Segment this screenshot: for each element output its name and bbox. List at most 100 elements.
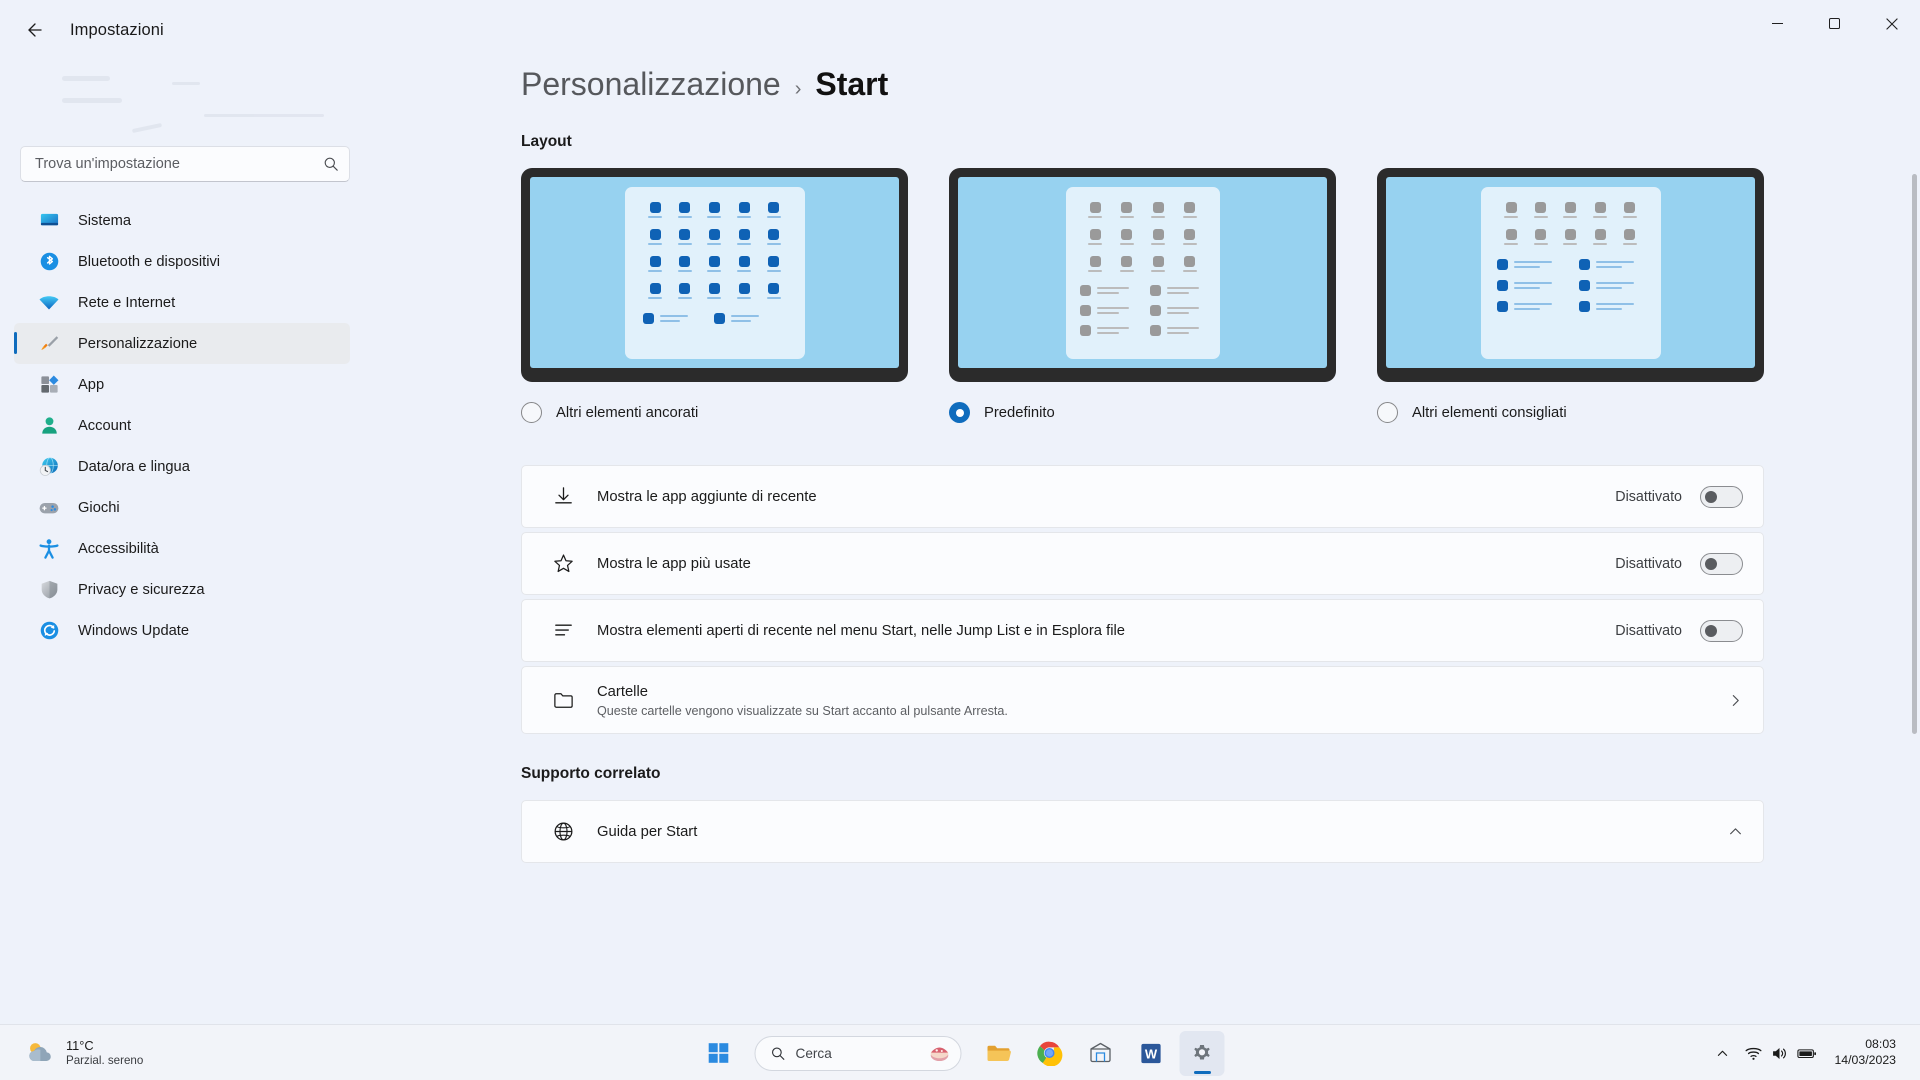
back-button[interactable] xyxy=(12,11,56,49)
radio-button[interactable] xyxy=(521,402,542,423)
radio-button[interactable] xyxy=(1377,402,1398,423)
sidebar-item-label: Personalizzazione xyxy=(78,335,198,352)
sidebar-item-label: Bluetooth e dispositivi xyxy=(78,253,221,270)
sidebar-item-sistema[interactable]: Sistema xyxy=(14,200,350,241)
layout-option-more-recommendations[interactable]: Altri elementi consigliati xyxy=(1377,168,1764,423)
sidebar-item-label: App xyxy=(78,376,105,393)
setting-row-cartelle[interactable]: Cartelle Queste cartelle vengono visuali… xyxy=(521,666,1764,734)
sidebar-item-account[interactable]: Account xyxy=(14,405,350,446)
clock[interactable]: 08:03 14/03/2023 xyxy=(1826,1033,1906,1073)
preview-pinned-grid xyxy=(1066,187,1220,272)
person-icon xyxy=(36,415,62,437)
word-icon: W xyxy=(1141,1043,1161,1063)
start-button[interactable] xyxy=(696,1031,741,1076)
close-button[interactable] xyxy=(1863,0,1920,47)
tray-status-buttons[interactable] xyxy=(1738,1038,1824,1069)
toggle-state-label: Disattivato xyxy=(1615,488,1682,505)
partly-cloudy-icon xyxy=(29,1043,51,1061)
arrow-left-icon xyxy=(28,23,42,37)
preview-recommended-list xyxy=(625,299,805,324)
toggle-most-used-apps[interactable] xyxy=(1700,552,1743,575)
settings-window: Impostazioni Trova un'impostazione Siste… xyxy=(0,0,1920,1080)
taskbar-app-settings[interactable] xyxy=(1179,1030,1225,1076)
chevron-right-icon: › xyxy=(794,78,802,100)
taskbar-app-chrome[interactable] xyxy=(1027,1031,1072,1076)
search-setting-box[interactable] xyxy=(20,146,350,182)
main-scrollbar[interactable] xyxy=(1912,114,1917,974)
wifi-icon xyxy=(1745,1047,1762,1060)
toggle-recently-opened-items[interactable] xyxy=(1700,619,1743,642)
search-icon xyxy=(772,1047,785,1060)
bluetooth-icon xyxy=(36,251,62,273)
sidebar-item-accessibilita[interactable]: Accessibilità xyxy=(14,528,350,569)
taskbar-app-file-explorer[interactable] xyxy=(976,1031,1021,1076)
chevron-right-icon[interactable] xyxy=(1728,693,1743,708)
sidebar-item-label: Windows Update xyxy=(78,622,190,639)
tray-expand-button[interactable] xyxy=(1709,1040,1736,1067)
refresh-icon xyxy=(36,620,62,642)
radio-row-more-pinned[interactable]: Altri elementi ancorati xyxy=(521,402,908,423)
taskbar-search-box[interactable]: Cerca xyxy=(754,1035,962,1071)
layout-preview-more-pinned[interactable] xyxy=(521,168,908,382)
maximize-button[interactable] xyxy=(1806,0,1863,47)
sidebar-item-giochi[interactable]: Giochi xyxy=(14,487,350,528)
layout-preview-default[interactable] xyxy=(949,168,1336,382)
sidebar-item-privacy-e-sicurezza[interactable]: Privacy e sicurezza xyxy=(14,569,350,610)
store-icon xyxy=(1089,1042,1111,1063)
radio-label: Altri elementi ancorati xyxy=(556,404,699,421)
setting-title: Cartelle xyxy=(597,683,648,700)
setting-title: Mostra le app aggiunte di recente xyxy=(597,488,817,505)
preview-start-panel xyxy=(624,187,805,359)
radio-row-default[interactable]: Predefinito xyxy=(949,402,1336,423)
sidebar-item-bluetooth-e-dispositivi[interactable]: Bluetooth e dispositivi xyxy=(14,241,350,282)
search-input[interactable] xyxy=(35,156,323,172)
chevron-up-icon[interactable] xyxy=(1728,824,1743,839)
sidebar: Sistema Bluetooth e dispositivi xyxy=(0,60,372,1035)
breadcrumb-parent[interactable]: Personalizzazione xyxy=(521,66,781,103)
weather-widget[interactable]: 11°C Parzial. sereno xyxy=(12,1025,155,1080)
layout-option-more-pinned[interactable]: Altri elementi ancorati xyxy=(521,168,908,423)
preview-recommended-list xyxy=(1066,272,1220,336)
accessibility-icon xyxy=(36,538,62,560)
setting-row-recently-added-apps[interactable]: Mostra le app aggiunte di recente Disatt… xyxy=(521,465,1764,528)
preview-screen xyxy=(958,177,1327,368)
radio-button[interactable] xyxy=(949,402,970,423)
apps-icon xyxy=(36,374,62,396)
toggle-state-label: Disattivato xyxy=(1615,555,1682,572)
scrollbar-thumb[interactable] xyxy=(1912,174,1917,734)
layout-section-title: Layout xyxy=(521,133,572,150)
shield-icon xyxy=(36,579,62,601)
setting-title: Mostra le app più usate xyxy=(597,555,751,572)
layout-preview-more-recommendations[interactable] xyxy=(1377,168,1764,382)
related-support-cards: Guida per Start xyxy=(521,800,1764,863)
svg-text:W: W xyxy=(1145,1046,1158,1061)
taskbar-app-word[interactable]: W xyxy=(1129,1031,1174,1076)
setting-row-recently-opened-items[interactable]: Mostra elementi aperti di recente nel me… xyxy=(521,599,1764,662)
window-controls xyxy=(1749,0,1920,47)
clock-date: 14/03/2023 xyxy=(1834,1053,1896,1067)
setting-subtitle: Queste cartelle vengono visualizzate su … xyxy=(597,703,1008,718)
sidebar-item-rete-e-internet[interactable]: Rete e Internet xyxy=(14,282,350,323)
preview-recommended-list xyxy=(1481,245,1661,312)
setting-title: Guida per Start xyxy=(597,823,698,840)
globe-icon xyxy=(546,820,580,843)
taskbar-search-placeholder: Cerca xyxy=(795,1045,832,1061)
sidebar-item-label: Account xyxy=(78,417,132,434)
toggle-state-label: Disattivato xyxy=(1615,622,1682,639)
preview-pinned-grid xyxy=(625,187,805,299)
sidebar-item-personalizzazione[interactable]: Personalizzazione xyxy=(14,323,350,364)
radio-row-more-recommendations[interactable]: Altri elementi consigliati xyxy=(1377,402,1764,423)
sidebar-item-data-ora-e-lingua[interactable]: Data/ora e lingua xyxy=(14,446,350,487)
setting-row-guida-per-start[interactable]: Guida per Start xyxy=(521,800,1764,863)
setting-row-most-used-apps[interactable]: Mostra le app più usate Disattivato xyxy=(521,532,1764,595)
toggle-recently-added-apps[interactable] xyxy=(1700,485,1743,508)
layout-option-default[interactable]: Predefinito xyxy=(949,168,1336,423)
taskbar-app-store[interactable] xyxy=(1078,1031,1123,1076)
sidebar-item-windows-update[interactable]: Windows Update xyxy=(14,610,350,651)
widgets-icon xyxy=(930,1047,949,1062)
preview-screen xyxy=(530,177,899,368)
sidebar-item-app[interactable]: App xyxy=(14,364,350,405)
minimize-button[interactable] xyxy=(1749,0,1806,47)
file-explorer-icon xyxy=(987,1045,1011,1061)
windows-start-icon xyxy=(708,1043,728,1063)
